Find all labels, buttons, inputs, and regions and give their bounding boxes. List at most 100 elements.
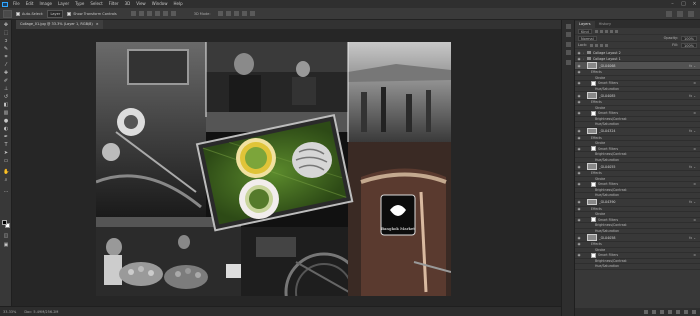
rectangle-tool-icon[interactable]: ▭ [3, 159, 9, 164]
eraser-tool-icon[interactable]: ◧ [3, 103, 9, 108]
filter-options-icon[interactable]: ≡ [693, 111, 696, 115]
visibility-eye-icon[interactable]: ◉ [575, 64, 583, 68]
visibility-eye-icon[interactable]: ◉ [575, 129, 583, 133]
path-selection-tool-icon[interactable]: ➤ [3, 151, 9, 156]
filter-options-icon[interactable]: ≡ [693, 147, 696, 151]
align-top-icon[interactable] [130, 11, 136, 16]
workspace-icon[interactable] [677, 11, 683, 17]
delete-layer-icon[interactable] [692, 310, 696, 314]
menu-layer[interactable]: Layer [55, 0, 72, 8]
visibility-eye-icon[interactable]: ◉ [575, 171, 583, 175]
document-info[interactable]: Doc: 5.49M/256.2M [24, 310, 58, 314]
lock-transparent-icon[interactable] [590, 43, 594, 47]
photoshop-logo-icon[interactable] [0, 0, 10, 8]
hand-tool-icon[interactable]: ✋ [3, 170, 9, 175]
link-layers-icon[interactable] [644, 310, 648, 314]
visibility-eye-icon[interactable]: ◉ [575, 57, 583, 61]
fx-icon[interactable]: fx ⌄ [689, 129, 696, 133]
minimize-icon[interactable]: – [667, 0, 678, 8]
visibility-eye-icon[interactable]: ◉ [575, 182, 583, 186]
zoom-level[interactable]: 33.33% [3, 310, 16, 314]
lock-pixels-icon[interactable] [595, 43, 599, 47]
menu-file[interactable]: File [10, 0, 23, 8]
close-tab-icon[interactable]: × [96, 20, 99, 29]
filter-options-icon[interactable]: ≡ [693, 218, 696, 222]
drag-3d-icon[interactable] [233, 11, 239, 16]
menu-view[interactable]: View [133, 0, 149, 8]
new-adjustment-icon[interactable] [668, 310, 672, 314]
type-tool-icon[interactable]: T [3, 143, 9, 148]
visibility-eye-icon[interactable]: ◉ [575, 200, 583, 204]
show-transform-checkbox[interactable]: Show Transform Controls [67, 11, 117, 16]
shape-filter-icon[interactable] [609, 29, 613, 33]
lock-all-icon[interactable] [605, 43, 609, 47]
layer-row[interactable]: ◉ _GL04068 fx ⌄ [575, 62, 700, 70]
brush-tool-icon[interactable]: ✐ [3, 79, 9, 84]
clone-stamp-tool-icon[interactable]: ⊥ [3, 87, 9, 92]
orbit-3d-icon[interactable] [217, 11, 223, 16]
eyedropper-tool-icon[interactable]: ⁄ [3, 63, 9, 68]
share-icon[interactable] [688, 11, 694, 17]
filter-options-icon[interactable]: ≡ [693, 81, 696, 85]
foreground-color-swatch[interactable] [2, 220, 7, 225]
layers-list[interactable]: ◉ › Collage Layout 2 ◉ › Collage Layout 1 ◉ _GL… [575, 50, 700, 308]
menu-edit[interactable]: Edit [23, 0, 37, 8]
layer-row[interactable]: ◉ _GL04324 fx ⌄ [575, 127, 700, 136]
marquee-tool-icon[interactable]: ⬚ [3, 31, 9, 36]
tool-preset-picker[interactable] [3, 9, 12, 18]
swatches-panel-icon[interactable] [566, 32, 571, 37]
visibility-eye-icon[interactable]: ◉ [575, 165, 583, 169]
visibility-eye-icon[interactable]: ◉ [575, 253, 583, 257]
zoom-tool-icon[interactable]: ⌕ [3, 178, 9, 183]
new-group-icon[interactable] [676, 310, 680, 314]
align-center-icon[interactable] [162, 11, 168, 16]
visibility-eye-icon[interactable]: ◉ [575, 218, 583, 222]
adjustment-filter-icon[interactable] [599, 29, 603, 33]
opacity-input[interactable]: 100% [680, 35, 697, 41]
visibility-eye-icon[interactable]: ◉ [575, 207, 583, 211]
visibility-eye-icon[interactable]: ◉ [575, 147, 583, 151]
pen-tool-icon[interactable]: ✒ [3, 135, 9, 140]
visibility-eye-icon[interactable]: ◉ [575, 236, 583, 240]
fx-icon[interactable]: fx ⌄ [689, 94, 696, 98]
healing-brush-tool-icon[interactable]: ✚ [3, 71, 9, 76]
libraries-panel-icon[interactable] [566, 50, 571, 55]
menu-3d[interactable]: 3D [122, 0, 134, 8]
align-bottom-icon[interactable] [146, 11, 152, 16]
scale-3d-icon[interactable] [249, 11, 255, 16]
maximize-icon[interactable]: □ [678, 0, 689, 8]
roll-3d-icon[interactable] [225, 11, 231, 16]
visibility-eye-icon[interactable]: ◉ [575, 81, 583, 85]
visibility-eye-icon[interactable]: ◉ [575, 111, 583, 115]
menu-window[interactable]: Window [149, 0, 171, 8]
visibility-eye-icon[interactable]: ◉ [575, 136, 583, 140]
adjustments-panel-icon[interactable] [566, 42, 571, 47]
fx-icon[interactable]: fx ⌄ [689, 236, 696, 240]
quick-select-tool-icon[interactable]: ✎ [3, 47, 9, 52]
canvas-workspace[interactable]: Bangkok Market [12, 29, 561, 306]
new-layer-icon[interactable] [684, 310, 688, 314]
properties-panel-icon[interactable] [566, 60, 571, 65]
visibility-eye-icon[interactable]: ◉ [575, 242, 583, 246]
fill-input[interactable]: 100% [680, 42, 697, 48]
type-filter-icon[interactable] [604, 29, 608, 33]
tab-history[interactable]: History [595, 21, 615, 28]
quick-mask-icon[interactable]: ◫ [3, 234, 9, 239]
menu-help[interactable]: Help [170, 0, 185, 8]
edit-toolbar-icon[interactable]: … [3, 189, 9, 194]
dodge-tool-icon[interactable]: ◐ [3, 127, 9, 132]
layer-row[interactable]: ◉ _GL04055 fx ⌄ [575, 163, 700, 171]
layer-style-icon[interactable] [652, 310, 656, 314]
auto-select-target-dropdown[interactable]: Layer [47, 9, 64, 18]
fx-icon[interactable]: fx ⌄ [689, 200, 696, 204]
layer-row[interactable]: ◉ _GL04390 fx ⌄ [575, 198, 700, 207]
filter-options-icon[interactable]: ≡ [693, 182, 696, 186]
layer-row[interactable]: ◉ _GL04058 fx ⌄ [575, 234, 700, 242]
lock-position-icon[interactable] [600, 43, 604, 47]
close-icon[interactable]: × [689, 0, 700, 8]
lasso-tool-icon[interactable]: ↄ [3, 39, 9, 44]
auto-select-checkbox[interactable]: Auto-Select: [16, 11, 43, 16]
layer-sub-row[interactable]: Hue/Saturation [575, 264, 700, 270]
blur-tool-icon[interactable]: ● [3, 119, 9, 124]
visibility-eye-icon[interactable]: ◉ [575, 100, 583, 104]
